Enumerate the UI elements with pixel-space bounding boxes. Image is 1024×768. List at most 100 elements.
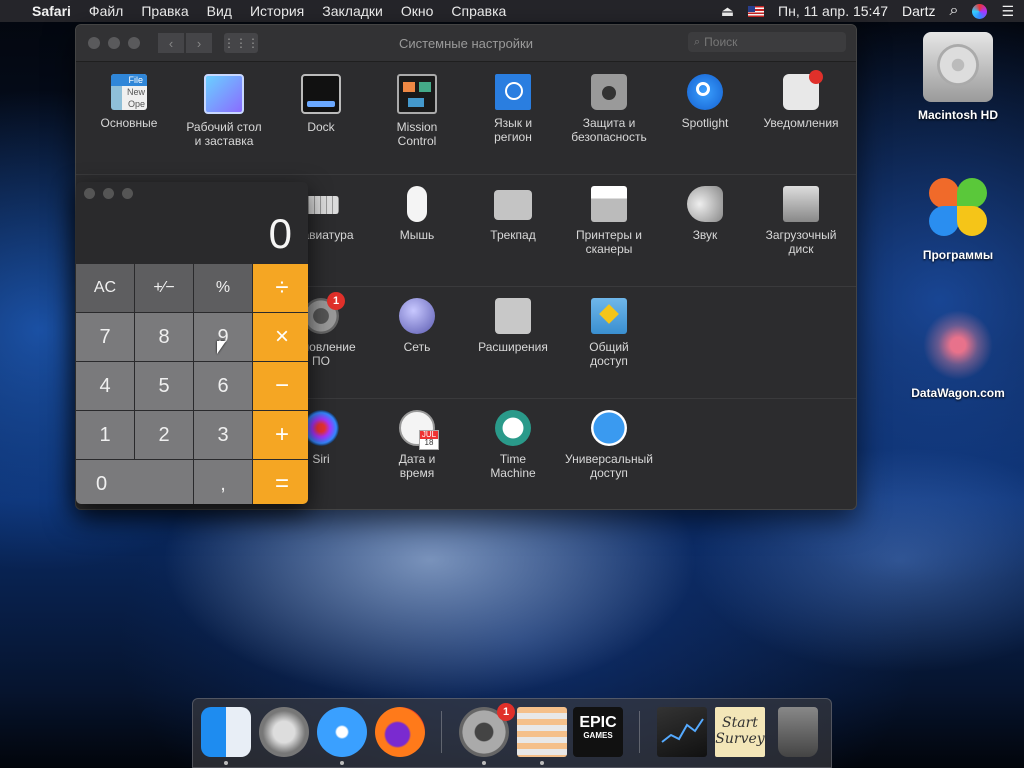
zoom-button[interactable] [128,37,140,49]
pane-security-privacy[interactable]: Защита и безопасность [561,74,657,144]
key-divide[interactable]: ÷ [253,264,308,312]
spotlight-icon [687,74,723,110]
pane-label: Язык и регион [493,116,533,144]
pane-sharing[interactable]: Общий доступ [561,298,657,368]
stocks-chart-icon[interactable] [657,707,707,757]
pane-desktop-screensaver[interactable]: Рабочий стол и заставка [176,74,272,148]
key-5[interactable]: 5 [135,362,193,410]
pane-startup-disk[interactable]: Загрузочный диск [753,186,849,256]
desktop-icon-label: Программы [922,248,994,262]
menu-app-safari[interactable]: Safari [32,3,71,19]
menu-history[interactable]: История [250,3,304,19]
pane-dock[interactable]: Dock [273,74,369,134]
key-8[interactable]: 8 [135,313,193,361]
key-0[interactable]: 0 [76,460,193,504]
minimize-button[interactable] [108,37,120,49]
startup-disk-icon [783,186,819,222]
key-decimal[interactable]: , [194,460,252,504]
pane-language-region[interactable]: Язык и регион [465,74,561,144]
pane-general[interactable]: File New Ope Основные [81,74,177,130]
key-4[interactable]: 4 [76,362,134,410]
key-clear[interactable]: AC [76,264,134,312]
pane-notifications[interactable]: Уведомления [753,70,849,130]
time-machine-icon [495,410,531,446]
dock-update-badge: 1 [497,703,515,721]
key-plus[interactable]: + [253,411,308,459]
calculator-window-controls [84,187,133,199]
menu-edit[interactable]: Правка [141,3,188,19]
pane-label: Dock [307,120,335,134]
menu-datetime[interactable]: Пн, 11 апр. 15:47 [778,3,888,19]
siri-icon[interactable] [972,3,988,19]
update-badge: 1 [327,292,345,310]
pane-extensions[interactable]: Расширения [465,298,561,354]
mouse-cursor-icon [217,341,226,354]
pane-label: Spotlight [681,116,729,130]
pane-spotlight[interactable]: Spotlight [657,74,753,130]
pane-label: Мышь [399,228,435,242]
key-percent[interactable]: % [194,264,252,312]
spotlight-search-icon[interactable]: ⌕ [949,2,958,20]
pane-mission-control[interactable]: Mission Control [369,74,465,148]
pane-label: Дата и время [398,452,436,480]
mouse-icon [407,186,427,222]
pane-date-time[interactable]: JUL 18 Дата и время [369,410,465,480]
calculator-close-button[interactable] [84,187,95,199]
desktop-icon-macintosh-hd[interactable]: Macintosh HD [903,32,1013,122]
calculator-minimize-button[interactable] [103,187,114,199]
show-all-grid-button[interactable]: ⋮⋮⋮ [223,33,259,53]
calculator-zoom-button[interactable] [122,187,133,199]
pane-accessibility[interactable]: Универсальный доступ [561,410,657,480]
notification-center-icon[interactable]: ☰ [1001,3,1014,20]
prefs-titlebar: ‹ › ⋮⋮⋮ Системные настройки ⌕ Поиск [76,25,856,62]
desktop-icon-datawagon[interactable]: DataWagon.com [903,310,1013,400]
pane-mouse[interactable]: Мышь [369,186,465,242]
close-button[interactable] [88,37,100,49]
key-7[interactable]: 7 [76,313,134,361]
input-source-flag-icon[interactable] [748,5,765,17]
start-survey-note-icon[interactable]: Start Survey [715,707,765,757]
puzzle-piece-icon [495,298,531,334]
back-button[interactable]: ‹ [158,33,184,53]
menu-file[interactable]: Файл [89,3,123,19]
menu-user[interactable]: Dartz [902,3,935,19]
epic-games-icon[interactable]: EPIC GAMES [573,707,623,757]
safari-compass-icon[interactable] [317,707,367,757]
system-preferences-gear-icon[interactable]: 1 [459,703,515,757]
key-1[interactable]: 1 [76,411,134,459]
dock-running-indicator [482,761,486,765]
prefs-row-1: File New Ope Основные Рабочий стол и зас… [76,62,856,175]
pane-label: Универсальный доступ [565,452,653,480]
key-equals[interactable]: = [253,460,308,504]
desktop-icon-applications[interactable]: Программы [903,172,1013,262]
firefox-icon[interactable] [375,707,425,757]
key-sign[interactable]: +∕− [135,264,193,312]
menu-bookmarks[interactable]: Закладки [322,3,383,19]
key-multiply[interactable]: × [253,313,308,361]
pane-printers-scanners[interactable]: Принтеры и сканеры [561,186,657,256]
dock-running-indicator [340,761,344,765]
menu-window[interactable]: Окно [401,3,434,19]
menu-bar: Safari Файл Правка Вид История Закладки … [0,0,1024,22]
key-3[interactable]: 3 [194,411,252,459]
dock-running-indicator [540,761,544,765]
clock-calendar-icon: JUL 18 [399,410,439,450]
prefs-search-field[interactable]: ⌕ Поиск [688,32,846,52]
menu-view[interactable]: Вид [207,3,232,19]
menu-help[interactable]: Справка [451,3,506,19]
forward-button[interactable]: › [186,33,212,53]
finder-icon[interactable] [201,707,251,757]
eject-icon[interactable]: ⏏ [721,3,734,20]
pane-network[interactable]: Сеть [369,298,465,354]
desktop-screensaver-icon [204,74,244,114]
pane-sound[interactable]: Звук [657,186,753,242]
key-6[interactable]: 6 [194,362,252,410]
key-minus[interactable]: − [253,362,308,410]
key-2[interactable]: 2 [135,411,193,459]
launchpad-rocket-icon[interactable] [259,707,309,757]
trash-icon[interactable] [778,707,818,757]
calculator-dock-icon[interactable] [517,707,567,757]
pane-time-machine[interactable]: Time Machine [465,410,561,480]
search-icon: ⌕ [694,35,701,48]
pane-trackpad[interactable]: Трекпад [465,186,561,242]
